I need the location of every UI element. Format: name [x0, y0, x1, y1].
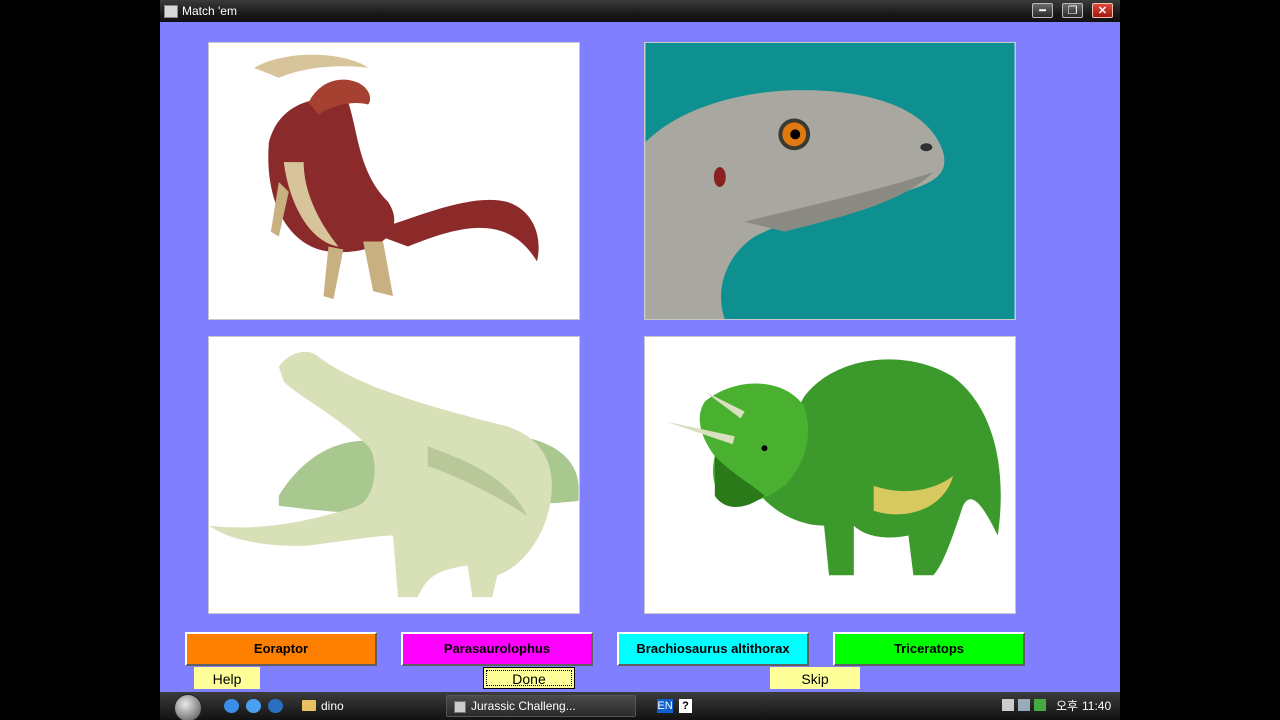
quicklaunch-media-icon[interactable]	[268, 699, 283, 713]
tray-security-icon[interactable]	[1034, 699, 1046, 711]
skip-button[interactable]: Skip	[770, 667, 860, 689]
taskbar-task-jurassic[interactable]: Jurassic Challeng...	[446, 695, 636, 717]
picture-parasaurolophus[interactable]	[208, 42, 580, 320]
picture-brachiosaurus[interactable]	[208, 336, 580, 614]
picture-eoraptor[interactable]	[644, 42, 1016, 320]
tray-keyboard-icon[interactable]	[1002, 699, 1014, 711]
name-button-parasaurolophus[interactable]: Parasaurolophus	[401, 632, 593, 666]
help-button[interactable]: Help	[194, 667, 260, 689]
brachiosaurus-image	[209, 337, 579, 613]
app-window: Match 'em ━ ❐ ✕ Eoraptor Parasaurolophus…	[160, 0, 1120, 720]
parasaurolophus-image	[209, 43, 579, 319]
tray-network-icon[interactable]	[1018, 699, 1030, 711]
taskbar: dino Jurassic Challeng... EN ? 오후 11:40	[160, 692, 1120, 720]
window-title: Match 'em	[182, 4, 237, 18]
task-app-icon	[454, 701, 466, 713]
picture-triceratops[interactable]	[644, 336, 1016, 614]
taskbar-task-label: Jurassic Challeng...	[471, 699, 576, 713]
eoraptor-image	[645, 43, 1015, 319]
maximize-button[interactable]: ❐	[1062, 3, 1083, 18]
name-button-eoraptor[interactable]: Eoraptor	[185, 632, 377, 666]
close-button[interactable]: ✕	[1092, 3, 1113, 18]
help-icon[interactable]: ?	[679, 699, 692, 713]
window-app-icon	[164, 5, 178, 18]
name-button-brachiosaurus-altithorax[interactable]: Brachiosaurus altithorax	[617, 632, 809, 666]
name-button-triceratops[interactable]: Triceratops	[833, 632, 1025, 666]
language-indicator[interactable]: EN	[657, 699, 673, 713]
minimize-button[interactable]: ━	[1032, 3, 1053, 18]
clock-ampm: 오후	[1056, 699, 1079, 713]
folder-icon[interactable]	[302, 700, 316, 711]
title-bar[interactable]: Match 'em ━ ❐ ✕	[160, 0, 1120, 22]
quicklaunch-ie-icon[interactable]	[246, 699, 261, 713]
done-button[interactable]: Done	[483, 667, 575, 689]
focus-ring	[486, 670, 572, 686]
quicklaunch-browser-icon[interactable]	[224, 699, 239, 713]
clock-time[interactable]: 11:40	[1082, 699, 1111, 713]
start-button[interactable]	[174, 694, 202, 720]
taskbar-folder-label[interactable]: dino	[321, 699, 344, 713]
triceratops-image	[645, 337, 1015, 613]
